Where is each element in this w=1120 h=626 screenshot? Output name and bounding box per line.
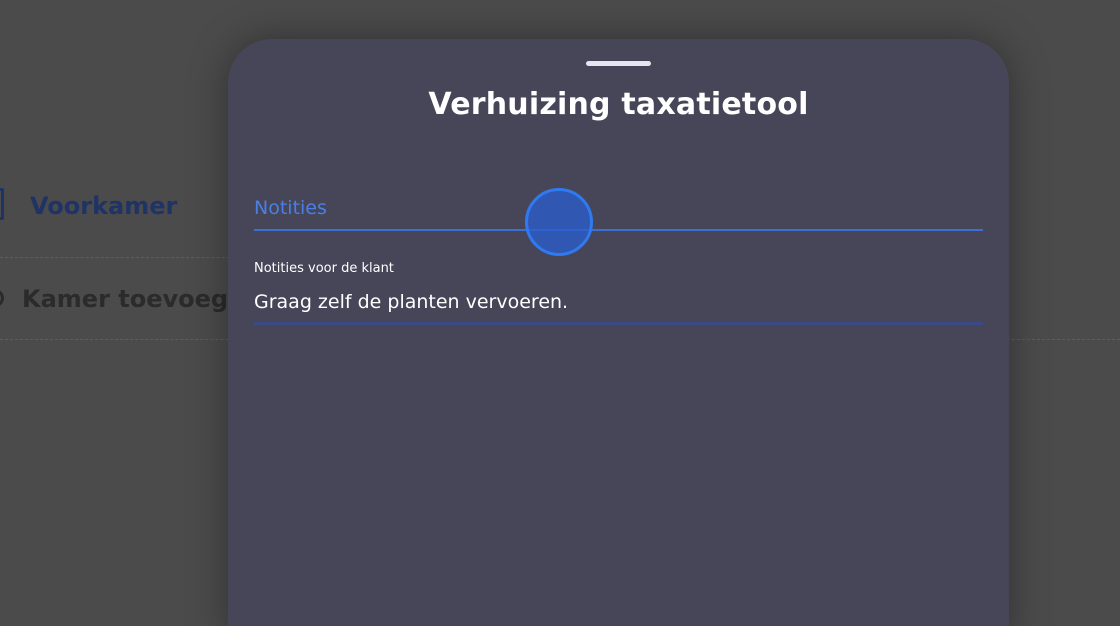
touch-indicator bbox=[525, 188, 593, 256]
add-icon bbox=[0, 289, 4, 307]
notes-field[interactable]: Notities voor de klant Graag zelf de pla… bbox=[254, 261, 983, 327]
tab-label: Notities bbox=[254, 197, 327, 219]
screen: Voorkamer Kamer toevoegen Verhuizing tax… bbox=[0, 0, 1120, 626]
bottom-sheet: Verhuizing taxatietool Notities Notities… bbox=[228, 39, 1009, 626]
room-icon bbox=[0, 188, 4, 220]
room-label: Voorkamer bbox=[30, 192, 178, 220]
drag-handle[interactable] bbox=[586, 61, 651, 66]
tab-underline bbox=[254, 229, 983, 231]
add-room-label: Kamer toevoegen bbox=[22, 285, 262, 313]
notes-field-underline bbox=[254, 322, 983, 325]
notes-field-value[interactable]: Graag zelf de planten vervoeren. bbox=[254, 291, 568, 313]
sheet-title: Verhuizing taxatietool bbox=[428, 87, 809, 122]
tab-notities[interactable]: Notities bbox=[254, 189, 983, 231]
notes-field-label: Notities voor de klant bbox=[254, 261, 394, 276]
